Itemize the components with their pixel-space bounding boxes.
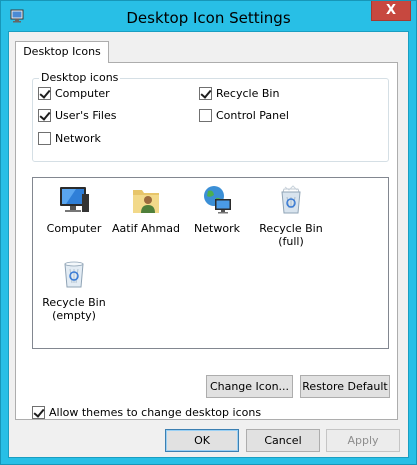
checkbox-recycle-bin-box[interactable]: [199, 87, 212, 100]
icon-item-user-folder[interactable]: Aatif Ahmad: [110, 182, 182, 235]
checkbox-allow-themes-label: Allow themes to change desktop icons: [49, 406, 262, 419]
checkbox-control-panel-box[interactable]: [199, 109, 212, 122]
group-label: Desktop icons: [39, 71, 121, 84]
checkbox-computer-box[interactable]: [38, 87, 51, 100]
change-icon-button[interactable]: Change Icon...: [206, 375, 293, 398]
checkbox-control-panel-label: Control Panel: [216, 109, 289, 122]
cancel-button[interactable]: Cancel: [246, 429, 320, 452]
apply-button[interactable]: Apply: [326, 429, 400, 452]
checkbox-users-files[interactable]: User's Files: [38, 109, 116, 122]
checkbox-recycle-bin[interactable]: Recycle Bin: [199, 87, 279, 100]
user-folder-icon: [133, 190, 159, 213]
restore-default-button[interactable]: Restore Default: [300, 375, 390, 398]
checkbox-network-label: Network: [55, 132, 101, 145]
tab-page: Desktop icons Computer User's Files Netw…: [15, 62, 398, 420]
checkbox-allow-themes-box[interactable]: [32, 406, 45, 419]
icon-item-recycle-bin-full[interactable]: Recycle Bin (full): [255, 182, 327, 248]
icon-label: Recycle Bin (empty): [42, 296, 106, 322]
computer-icon: [60, 187, 89, 212]
checkbox-computer-label: Computer: [55, 87, 110, 100]
icon-label: Recycle Bin (full): [259, 222, 323, 248]
checkbox-network-box[interactable]: [38, 132, 51, 145]
tab-desktop-icons[interactable]: Desktop Icons: [15, 41, 109, 63]
recycle-bin-empty-icon: [64, 261, 84, 288]
window-title: Desktop Icon Settings: [126, 9, 291, 27]
icon-item-recycle-bin-empty[interactable]: Recycle Bin (empty): [38, 256, 110, 322]
desktop-icons-group: Desktop icons Computer User's Files Netw…: [32, 71, 389, 162]
checkbox-users-files-box[interactable]: [38, 109, 51, 122]
icon-item-computer[interactable]: Computer: [38, 182, 110, 235]
close-button[interactable]: X: [371, 1, 411, 21]
icon-list[interactable]: Computer Aatif Ahmad Network Recycle Bin…: [32, 177, 389, 349]
title-bar[interactable]: Desktop Icon Settings X: [1, 1, 416, 33]
icon-label: Computer: [46, 222, 102, 235]
checkbox-computer[interactable]: Computer: [38, 87, 110, 100]
checkbox-users-files-label: User's Files: [55, 109, 117, 122]
dialog-window: Desktop Icon Settings X Desktop Icons De…: [0, 0, 417, 465]
checkbox-recycle-bin-label: Recycle Bin: [216, 87, 280, 100]
checkbox-control-panel[interactable]: Control Panel: [199, 109, 289, 122]
icon-item-network[interactable]: Network: [181, 182, 253, 235]
network-icon: [204, 186, 231, 214]
checkbox-allow-themes[interactable]: Allow themes to change desktop icons: [32, 406, 261, 419]
dialog-client: Desktop Icons Desktop icons Computer Use…: [8, 31, 409, 458]
icon-label: Aatif Ahmad: [112, 222, 180, 235]
checkbox-network[interactable]: Network: [38, 132, 101, 145]
ok-button[interactable]: OK: [165, 429, 239, 452]
icon-label: Network: [194, 222, 240, 235]
recycle-bin-full-icon: [281, 185, 301, 214]
